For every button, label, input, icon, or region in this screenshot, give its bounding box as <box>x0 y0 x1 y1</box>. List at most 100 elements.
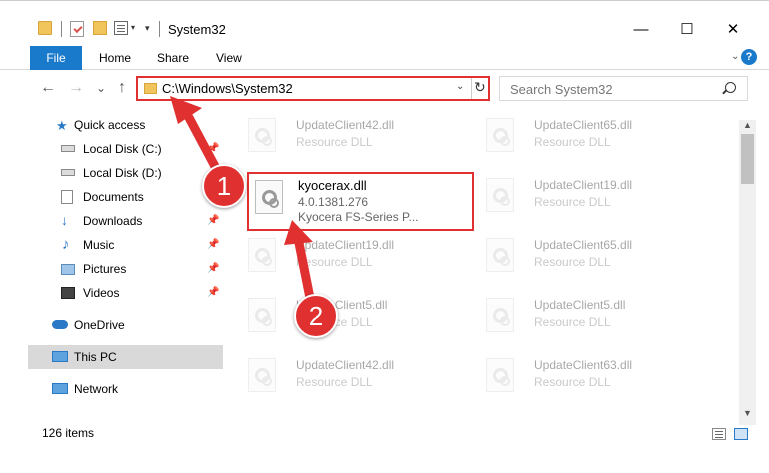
sidebar-item-local-disk-c[interactable]: Local Disk (C:) 📌 <box>28 137 223 161</box>
sidebar-item-music[interactable]: ♪ Music 📌 <box>28 233 223 257</box>
address-path[interactable]: C:\Windows\System32 <box>162 81 293 96</box>
sidebar-item-label: Documents <box>83 190 144 204</box>
pin-icon[interactable]: 📌 <box>207 215 219 226</box>
step-2-badge: 2 <box>294 294 338 338</box>
dll-file-icon <box>248 118 276 152</box>
maximize-button[interactable]: ☐ <box>672 18 702 42</box>
step-1-badge: 1 <box>202 164 246 208</box>
refresh-icon[interactable]: ↻ <box>474 79 486 96</box>
dll-file-icon <box>486 178 514 212</box>
new-folder-icon[interactable] <box>93 21 107 35</box>
sidebar-item-pictures[interactable]: Pictures 📌 <box>28 257 223 281</box>
sidebar-item-quick-access[interactable]: ★ Quick access <box>28 113 223 137</box>
pin-icon[interactable]: 📌 <box>207 143 219 154</box>
item-count: 126 items <box>42 426 95 440</box>
download-icon: ↓ <box>61 212 68 228</box>
dll-file-icon <box>486 118 514 152</box>
sidebar-item-label: OneDrive <box>74 318 125 332</box>
pictures-icon <box>61 264 75 275</box>
dll-file-icon <box>255 180 283 214</box>
sidebar-item-documents[interactable]: Documents 📌 <box>28 185 223 209</box>
close-button[interactable]: ✕ <box>718 18 748 42</box>
vertical-scrollbar[interactable]: ▲ ▼ <box>739 120 756 425</box>
recent-locations-button[interactable]: ⌄ <box>91 78 111 98</box>
file-type: Resource DLL <box>534 375 611 389</box>
dll-file-icon <box>486 238 514 272</box>
file-item[interactable]: UpdateClient65.dll Resource DLL <box>472 230 702 286</box>
dll-file-icon <box>248 298 276 332</box>
search-icon[interactable] <box>725 82 736 93</box>
file-item[interactable]: UpdateClient42.dll Resource DLL <box>234 110 464 166</box>
sidebar-item-label: Videos <box>83 286 120 300</box>
tab-view[interactable]: View <box>216 46 242 70</box>
sidebar-item-label: This PC <box>74 350 117 364</box>
music-icon: ♪ <box>62 236 70 253</box>
file-item[interactable]: UpdateClient5.dll Resource DLL <box>234 290 464 346</box>
file-item[interactable]: UpdateClient19.dll Resource DLL <box>472 170 702 226</box>
file-item[interactable]: UpdateClient5.dll Resource DLL <box>472 290 702 346</box>
dll-file-icon <box>486 298 514 332</box>
back-button[interactable]: ← <box>38 78 58 98</box>
documents-icon <box>61 190 73 204</box>
file-item[interactable]: UpdateClient65.dll Resource DLL <box>472 110 702 166</box>
file-name: UpdateClient65.dll <box>534 238 633 252</box>
file-item[interactable]: UpdateClient63.dll Resource DLL <box>472 350 702 406</box>
videos-icon <box>61 287 75 299</box>
toolbar-divider <box>159 21 160 37</box>
chevron-down-icon[interactable]: ▾ <box>131 23 135 32</box>
sidebar-item-this-pc[interactable]: This PC <box>28 345 223 369</box>
sidebar-item-local-disk-d[interactable]: Local Disk (D:) <box>28 161 223 185</box>
star-icon: ★ <box>56 118 68 133</box>
sidebar-item-label: Network <box>74 382 119 396</box>
tab-share[interactable]: Share <box>157 46 189 70</box>
drive-icon <box>61 145 75 152</box>
file-name: UpdateClient63.dll <box>534 358 633 372</box>
scroll-thumb[interactable] <box>741 134 754 184</box>
help-icon[interactable]: ? <box>741 49 757 65</box>
tiles-view-icon[interactable] <box>734 428 748 440</box>
customize-toolbar-icon[interactable]: ▾ <box>145 23 150 34</box>
pin-icon[interactable]: 📌 <box>207 239 219 250</box>
file-type: Resource DLL <box>296 255 373 269</box>
tab-home[interactable]: Home <box>99 46 131 70</box>
expand-ribbon-icon[interactable]: ⌄ <box>731 51 739 62</box>
sidebar-item-network[interactable]: Network <box>28 377 223 401</box>
highlighted-file-item[interactable]: kyocerax.dll 4.0.1381.276 Kyocera FS-Ser… <box>247 172 474 231</box>
forward-button[interactable]: → <box>66 78 86 98</box>
chevron-down-icon[interactable]: ⌄ <box>456 81 464 92</box>
file-name: kyocerax.dll <box>298 178 367 193</box>
folder-icon <box>38 21 52 35</box>
file-type: Resource DLL <box>534 195 611 209</box>
pin-icon[interactable]: 📌 <box>207 263 219 274</box>
search-input[interactable]: Search System32 <box>499 76 748 101</box>
sidebar-item-label: Downloads <box>83 214 143 228</box>
drive-icon <box>61 169 75 176</box>
file-type: Resource DLL <box>534 135 611 149</box>
tab-file[interactable]: File <box>30 46 82 70</box>
scroll-up-icon[interactable]: ▲ <box>743 120 752 130</box>
sidebar-item-onedrive[interactable]: OneDrive <box>28 313 223 337</box>
pin-icon[interactable]: 📌 <box>207 287 219 298</box>
properties-icon[interactable] <box>114 21 128 35</box>
window-title: System32 <box>168 22 226 37</box>
scroll-down-icon[interactable]: ▼ <box>743 408 752 418</box>
cloud-icon <box>52 320 68 329</box>
file-item[interactable]: UpdateClient42.dll Resource DLL <box>234 350 464 406</box>
navigation-pane: ★ Quick access Local Disk (C:) 📌 Local D… <box>28 112 223 412</box>
sidebar-item-label: Quick access <box>74 118 146 132</box>
address-bar[interactable]: C:\Windows\System32 ⌄ ↻ <box>136 76 490 101</box>
sidebar-item-videos[interactable]: Videos 📌 <box>28 281 223 305</box>
minimize-button[interactable]: — <box>626 18 656 42</box>
sidebar-item-label: Pictures <box>83 262 127 276</box>
properties-check-icon[interactable] <box>70 21 84 37</box>
status-bar: 126 items <box>0 425 769 447</box>
sidebar-item-label: Local Disk (D:) <box>83 166 162 180</box>
sidebar-item-label: Music <box>83 238 115 252</box>
file-type: Resource DLL <box>296 135 373 149</box>
file-type: Resource DLL <box>534 255 611 269</box>
folder-icon <box>144 83 157 94</box>
details-view-icon[interactable] <box>712 428 726 440</box>
sidebar-item-downloads[interactable]: ↓ Downloads 📌 <box>28 209 223 233</box>
file-item[interactable]: UpdateClient19.dll Resource DLL <box>234 230 464 286</box>
up-button[interactable]: ↑ <box>112 78 132 98</box>
